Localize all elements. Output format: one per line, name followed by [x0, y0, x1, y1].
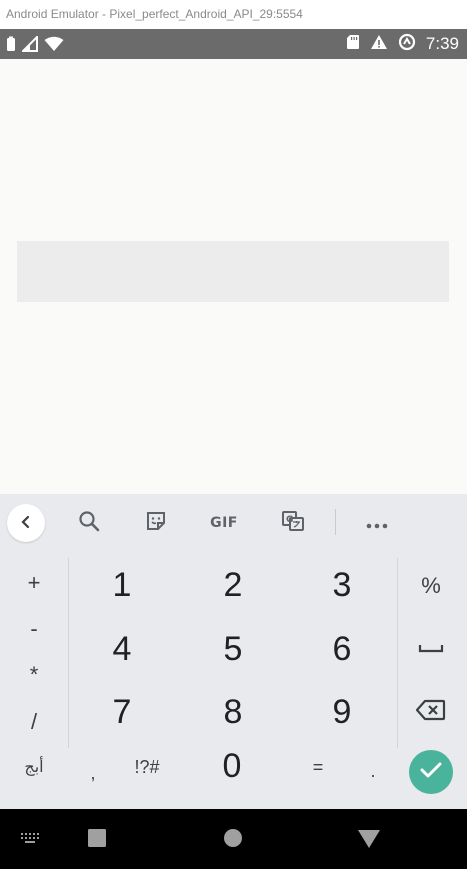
- key-symbols[interactable]: !?#: [122, 747, 172, 787]
- sticker-icon: [145, 510, 167, 536]
- back-chevron-icon: [19, 514, 33, 533]
- key-6[interactable]: 6: [312, 624, 372, 674]
- search-button[interactable]: [72, 506, 106, 540]
- keyboard-toolbar: GIF G: [0, 494, 467, 550]
- key-9[interactable]: 9: [312, 687, 372, 737]
- svg-text:G: G: [286, 515, 293, 525]
- key-percent[interactable]: %: [411, 566, 451, 606]
- key-2[interactable]: 2: [203, 560, 263, 610]
- signal-icon: [20, 34, 38, 56]
- alert-icon: [370, 34, 388, 54]
- toolbar-collapse-button[interactable]: [7, 504, 45, 542]
- wifi-icon: [44, 36, 64, 56]
- key-5[interactable]: 5: [203, 624, 263, 674]
- more-button[interactable]: [360, 506, 394, 540]
- status-time: 7:39: [425, 34, 459, 53]
- data-saver-icon: [398, 33, 416, 55]
- space-icon: [418, 639, 444, 658]
- key-equals[interactable]: =: [293, 747, 343, 787]
- keyboard-keys: + - * / 1 2 3 4 5 6 7 8 9 % أبج , !?# 0 …: [0, 550, 467, 809]
- right-divider: [397, 558, 398, 748]
- key-plus[interactable]: +: [14, 563, 54, 603]
- status-left: [6, 34, 64, 56]
- key-1[interactable]: 1: [92, 560, 152, 610]
- translate-icon: G: [281, 510, 305, 536]
- app-content: [0, 59, 467, 494]
- toolbar-divider: [335, 509, 336, 535]
- key-period[interactable]: .: [348, 751, 398, 791]
- translate-button[interactable]: G: [276, 506, 310, 540]
- key-8[interactable]: 8: [203, 687, 263, 737]
- more-icon: [366, 514, 388, 533]
- gif-button[interactable]: GIF: [205, 506, 243, 540]
- key-comma[interactable]: ,: [68, 753, 118, 793]
- key-divide[interactable]: /: [14, 702, 54, 742]
- status-right: 7:39: [346, 32, 459, 56]
- emulator-screen: Android Emulator - Pixel_perfect_Android…: [0, 0, 467, 869]
- key-7[interactable]: 7: [92, 687, 152, 737]
- recents-button[interactable]: [87, 828, 107, 852]
- key-3[interactable]: 3: [312, 560, 372, 610]
- window-title: Android Emulator - Pixel_perfect_Android…: [0, 0, 467, 29]
- navigation-bar: [0, 809, 467, 869]
- status-bar: 7:39: [0, 29, 467, 59]
- key-4[interactable]: 4: [92, 624, 152, 674]
- back-button[interactable]: [357, 829, 381, 853]
- key-space[interactable]: [411, 628, 451, 668]
- key-minus[interactable]: -: [14, 609, 54, 649]
- key-0[interactable]: 0: [202, 741, 262, 791]
- recents-icon: [87, 828, 107, 852]
- key-multiply[interactable]: *: [14, 655, 54, 695]
- key-arabic-letters[interactable]: أبج: [9, 747, 59, 787]
- key-backspace[interactable]: [411, 692, 451, 732]
- numeric-keyboard: GIF G + - * / 1 2 3 4 5 6 7 8 9 % أبج , …: [0, 494, 467, 809]
- search-icon: [78, 510, 100, 536]
- home-icon: [223, 828, 243, 852]
- gif-label: GIF: [210, 515, 238, 531]
- left-divider: [68, 558, 69, 748]
- keyboard-switch-button[interactable]: [20, 831, 40, 850]
- check-icon: [419, 760, 443, 784]
- text-input-field[interactable]: [17, 241, 449, 302]
- back-icon: [357, 829, 381, 853]
- home-button[interactable]: [223, 828, 243, 852]
- keyboard-switch-icon: [20, 831, 40, 850]
- sd-card-icon: [346, 34, 360, 54]
- battery-icon: [6, 36, 16, 56]
- sticker-button[interactable]: [139, 506, 173, 540]
- enter-button[interactable]: [409, 750, 453, 794]
- backspace-icon: [415, 699, 446, 725]
